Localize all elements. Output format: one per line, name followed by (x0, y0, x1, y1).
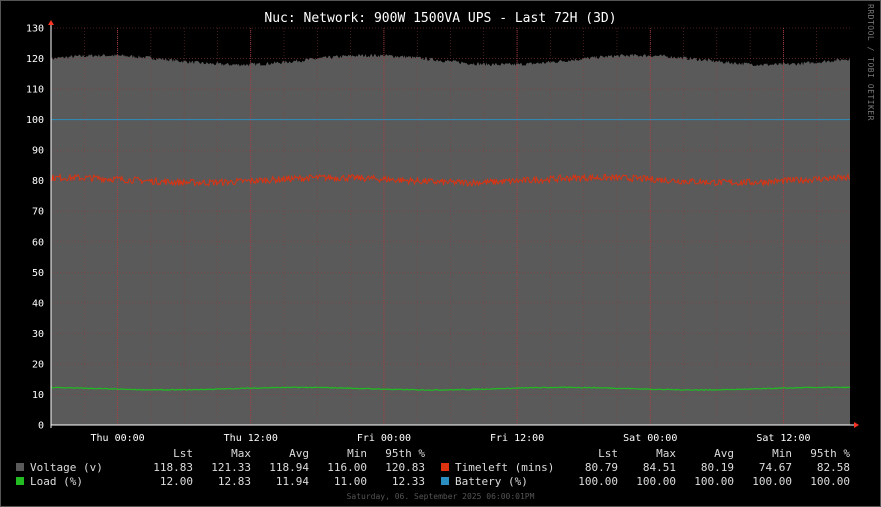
legend-header-row: Lst Max Avg Min 95th % Lst Max Avg Min 9… (0, 447, 881, 460)
y-tick-label: 60 (32, 237, 44, 248)
legend-row-load-battery: Load (%) 12.00 12.83 11.94 11.00 12.33 B… (0, 475, 881, 488)
battery-lst: 100.00 (578, 475, 618, 488)
load-95th: 12.33 (391, 475, 425, 488)
load-label: Load (%) (30, 475, 83, 488)
legend-header-95th: 95th % (385, 447, 425, 460)
timeleft-label: Timeleft (mins) (455, 461, 555, 474)
timeleft-max: 84.51 (642, 461, 676, 474)
voltage-avg: 118.94 (269, 461, 309, 474)
legend-header-min: Min (347, 447, 367, 460)
voltage-95th: 120.83 (385, 461, 425, 474)
voltage-max: 121.33 (211, 461, 251, 474)
legend-header-max: Max (231, 447, 251, 460)
y-tick-label: 20 (32, 359, 44, 370)
x-axis-arrow (854, 422, 859, 428)
load-min: 11.00 (333, 475, 367, 488)
y-axis-arrow (48, 20, 54, 25)
y-tick-label: 100 (26, 115, 44, 126)
timeleft-95th: 82.58 (816, 461, 850, 474)
voltage-label: Voltage (v) (30, 461, 103, 474)
x-tick-label: Sat 00:00 (623, 433, 677, 444)
timeleft-lst: 80.79 (584, 461, 618, 474)
legend-header-max-right: Max (656, 447, 676, 460)
y-tick-label: 50 (32, 268, 44, 279)
x-tick-label: Fri 00:00 (357, 433, 411, 444)
chart-canvas: 0 10 20 30 40 50 60 70 80 90 100 110 120 130 Thu 00:00… (26, 20, 859, 444)
load-max: 12.83 (217, 475, 251, 488)
y-tick-label: 0 (38, 421, 44, 432)
voltage-swatch (16, 463, 24, 471)
battery-95th: 100.00 (810, 475, 850, 488)
legend-header-min-right: Min (772, 447, 792, 460)
x-tick-label: Sat 12:00 (756, 433, 810, 444)
legend-header-avg: Avg (289, 447, 309, 460)
x-tick-label: Thu 00:00 (90, 433, 144, 444)
battery-swatch (441, 477, 449, 485)
legend-header-95th-right: 95th % (810, 447, 850, 460)
y-tick-label: 90 (32, 146, 44, 157)
load-lst: 12.00 (159, 475, 193, 488)
y-tick-label: 70 (32, 207, 44, 218)
battery-label: Battery (%) (455, 475, 528, 488)
load-avg: 11.94 (275, 475, 309, 488)
timeleft-min: 74.67 (758, 461, 792, 474)
legend-header-lst-right: Lst (598, 447, 618, 460)
y-tick-label: 80 (32, 176, 44, 187)
y-tick-label: 120 (26, 54, 44, 65)
voltage-lst: 118.83 (153, 461, 193, 474)
y-tick-label: 110 (26, 85, 44, 96)
battery-avg: 100.00 (694, 475, 734, 488)
y-tick-label: 40 (32, 298, 44, 309)
legend-header-avg-right: Avg (714, 447, 734, 460)
y-tick-label: 30 (32, 329, 44, 340)
timeleft-swatch (441, 463, 449, 471)
battery-min: 100.00 (752, 475, 792, 488)
voltage-min: 116.00 (327, 461, 367, 474)
y-tick-label: 10 (32, 390, 44, 401)
y-tick-label: 130 (26, 24, 44, 35)
legend-row-voltage-timeleft: Voltage (v) 118.83 121.33 118.94 116.00 … (0, 461, 881, 474)
x-tick-label: Thu 12:00 (224, 433, 278, 444)
timeleft-avg: 80.19 (700, 461, 734, 474)
x-tick-label: Fri 12:00 (490, 433, 544, 444)
generated-timestamp: Saturday, 06. September 2025 06:00:01PM (346, 492, 535, 501)
load-swatch (16, 477, 24, 485)
legend-header-lst: Lst (173, 447, 193, 460)
battery-max: 100.00 (636, 475, 676, 488)
